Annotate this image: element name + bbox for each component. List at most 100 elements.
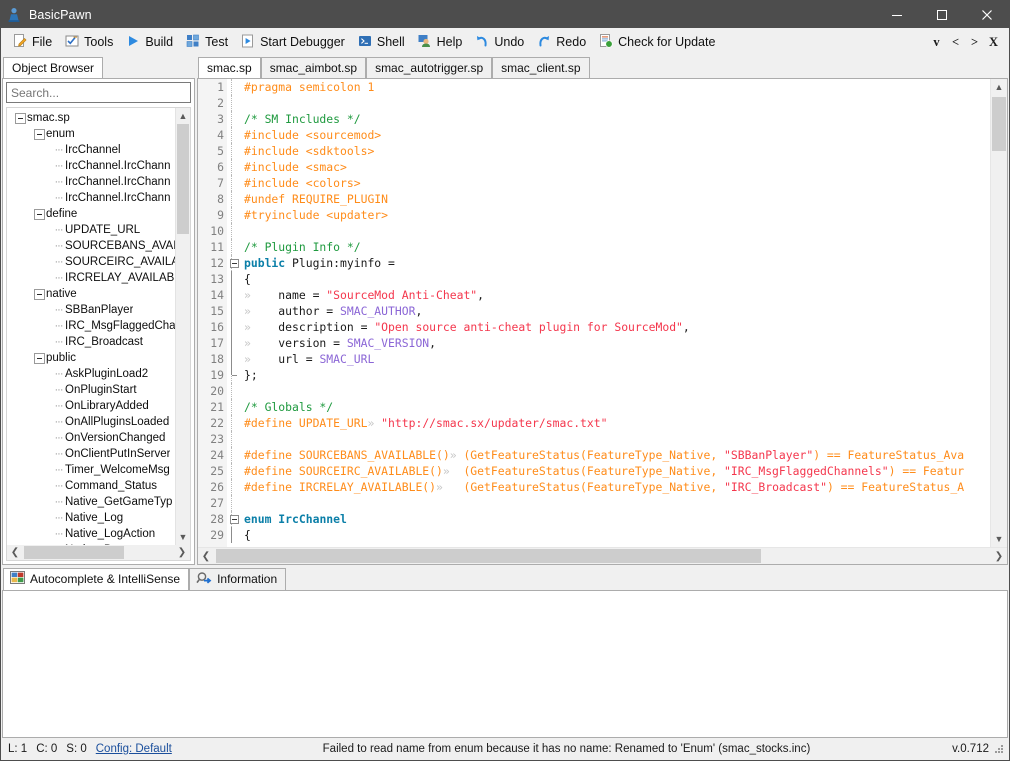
tree-item[interactable]: public	[7, 350, 190, 366]
tree-item-label: OnPluginStart	[65, 384, 137, 396]
editor-tab-smac-autotrigger-sp[interactable]: smac_autotrigger.sp	[366, 57, 493, 78]
code-token-tab: »	[244, 352, 251, 366]
close-button[interactable]	[964, 1, 1009, 28]
help-button[interactable]: Help	[414, 30, 472, 55]
main-toolbar: File Tools Build Test Start Debugger She…	[1, 28, 1009, 57]
editor-vertical-scrollbar[interactable]: ▲ ▼	[990, 79, 1007, 547]
tree-leaf-icon: ···	[54, 512, 64, 524]
tree-item[interactable]: ··· OnVersionChanged	[7, 430, 190, 446]
tree-horizontal-scrollbar[interactable]: ❮ ❯	[6, 545, 191, 561]
tab-autocomplete-intellisense[interactable]: Autocomplete & IntelliSense	[3, 568, 190, 590]
tree-item[interactable]: ··· Native_Log	[7, 510, 190, 526]
editor-scroll-up-icon[interactable]: ▲	[991, 79, 1007, 95]
editor-tab-smac-client-sp[interactable]: smac_client.sp	[492, 57, 590, 78]
start-debugger-button[interactable]: Start Debugger	[237, 30, 354, 55]
tree-item[interactable]: ··· Native_LogAction	[7, 526, 190, 542]
code-line: 22 #define UPDATE_URL» "http://smac.sx/up…	[198, 415, 990, 431]
code-line-number: 25	[210, 464, 224, 478]
tree-item[interactable]: ··· OnLibraryAdded	[7, 398, 190, 414]
tools-button[interactable]: Tools	[61, 30, 122, 55]
tree-item[interactable]: ··· OnPluginStart	[7, 382, 190, 398]
maximize-button[interactable]	[919, 1, 964, 28]
tree-hscroll-left-icon[interactable]: ❮	[7, 545, 23, 560]
editor-row: 1 #pragma semicolon 1 2 3/* SM Includes */4…	[198, 79, 1007, 547]
editor-tab-smac-sp[interactable]: smac.sp	[198, 57, 261, 78]
tree-collapse-icon[interactable]	[34, 208, 45, 220]
editor-tab-smac-aimbot-sp[interactable]: smac_aimbot.sp	[260, 57, 367, 78]
tree-scroll-down-icon[interactable]: ▼	[176, 529, 190, 545]
code-area[interactable]: 1 #pragma semicolon 1 2 3/* SM Includes */4…	[198, 79, 990, 547]
editor-horizontal-scrollbar[interactable]: ❮ ❯	[198, 547, 1007, 564]
code-line-number: 14	[210, 288, 224, 302]
tree-item[interactable]: ··· IrcChannel.IrcChann	[7, 190, 190, 206]
tree-scroll-up-icon[interactable]: ▲	[176, 108, 190, 124]
tree-item[interactable]: smac.sp	[7, 110, 190, 126]
redo-button[interactable]: Redo	[533, 30, 595, 55]
tree-item[interactable]: ··· SOURCEIRC_AVAILA	[7, 254, 190, 270]
tree-item[interactable]: ··· Native_GetGameTyp	[7, 494, 190, 510]
shell-button[interactable]: Shell	[354, 30, 414, 55]
tree-vertical-scrollbar[interactable]: ▲ ▼	[175, 108, 190, 545]
tree-collapse-icon[interactable]	[15, 112, 26, 124]
tree-item[interactable]: enum	[7, 126, 190, 142]
tree-hscroll-right-icon[interactable]: ❯	[174, 545, 190, 560]
tree-item[interactable]: ··· Command_Status	[7, 478, 190, 494]
tree-item[interactable]: ··· SBBanPlayer	[7, 302, 190, 318]
code-line-text: {	[241, 527, 251, 543]
tree-item-label: OnVersionChanged	[65, 432, 166, 444]
tree-collapse-icon[interactable]	[34, 128, 45, 140]
tree-item[interactable]: define	[7, 206, 190, 222]
fold-collapse-icon[interactable]	[229, 514, 239, 524]
tree-leaf-icon: ···	[54, 336, 64, 348]
undo-button[interactable]: Undo	[471, 30, 533, 55]
search-input[interactable]: Search...	[6, 82, 191, 103]
tree-item[interactable]: ··· IRC_MsgFlaggedCha	[7, 318, 190, 334]
tree-hscroll-thumb[interactable]	[24, 546, 124, 559]
build-button[interactable]: Build	[122, 30, 182, 55]
editor-hscroll-right-icon[interactable]: ❯	[991, 548, 1007, 564]
tree-item[interactable]: ··· OnAllPluginsLoaded	[7, 414, 190, 430]
resize-grip-icon[interactable]	[993, 743, 1005, 755]
tree-item[interactable]: ··· IrcChannel	[7, 142, 190, 158]
test-button[interactable]: Test	[182, 30, 237, 55]
fold-collapse-icon[interactable]	[229, 258, 239, 268]
tree-item[interactable]: native	[7, 286, 190, 302]
close-tab-button[interactable]: X	[984, 35, 1003, 50]
tab-information[interactable]: Information	[189, 568, 287, 590]
code-fold-marker	[227, 143, 241, 159]
tree-item[interactable]: ··· SOURCEBANS_AVAIL	[7, 238, 190, 254]
code-line: 14 » name = "SourceMod Anti-Cheat",	[198, 287, 990, 303]
tree-item[interactable]: ··· UPDATE_URL	[7, 222, 190, 238]
next-tab-button[interactable]: >	[965, 35, 984, 50]
code-fold-marker[interactable]	[227, 511, 241, 527]
file-button[interactable]: File	[9, 30, 61, 55]
minimize-button[interactable]	[874, 1, 919, 28]
tab-object-browser[interactable]: Object Browser	[3, 57, 104, 78]
object-tree[interactable]: smac.sp enum ··· IrcChannel ··· IrcChannel.Ir…	[7, 108, 190, 545]
tree-item[interactable]: ··· AskPluginLoad2	[7, 366, 190, 382]
code-content[interactable]: 1 #pragma semicolon 1 2 3/* SM Includes */4…	[198, 79, 990, 547]
tree-item[interactable]: ··· Timer_WelcomeMsg	[7, 462, 190, 478]
dropdown-toggle[interactable]: v	[927, 35, 946, 50]
config-link[interactable]: Config: Default	[96, 743, 172, 755]
editor-scroll-down-icon[interactable]: ▼	[991, 531, 1007, 547]
tree-item[interactable]: ··· IrcChannel.IrcChann	[7, 174, 190, 190]
tree-item[interactable]: ··· OnClientPutInServer	[7, 446, 190, 462]
check-for-update-button[interactable]: Check for Update	[595, 30, 724, 55]
editor-hscroll-left-icon[interactable]: ❮	[198, 548, 214, 564]
code-line-text: /* SM Includes */	[241, 111, 361, 127]
tree-item[interactable]: ··· IRCRELAY_AVAILABL	[7, 270, 190, 286]
tree-scroll-thumb[interactable]	[177, 124, 189, 234]
code-fold-marker[interactable]	[227, 255, 241, 271]
tree-collapse-icon[interactable]	[34, 352, 45, 364]
editor-vscroll-thumb[interactable]	[992, 97, 1006, 151]
autocomplete-output-area[interactable]	[2, 590, 1008, 738]
previous-tab-button[interactable]: <	[946, 35, 965, 50]
tree-item[interactable]: ··· IRC_Broadcast	[7, 334, 190, 350]
editor-hscroll-thumb[interactable]	[216, 549, 761, 563]
tree-collapse-icon[interactable]	[34, 288, 45, 300]
tree-item[interactable]: ··· IrcChannel.IrcChann	[7, 158, 190, 174]
